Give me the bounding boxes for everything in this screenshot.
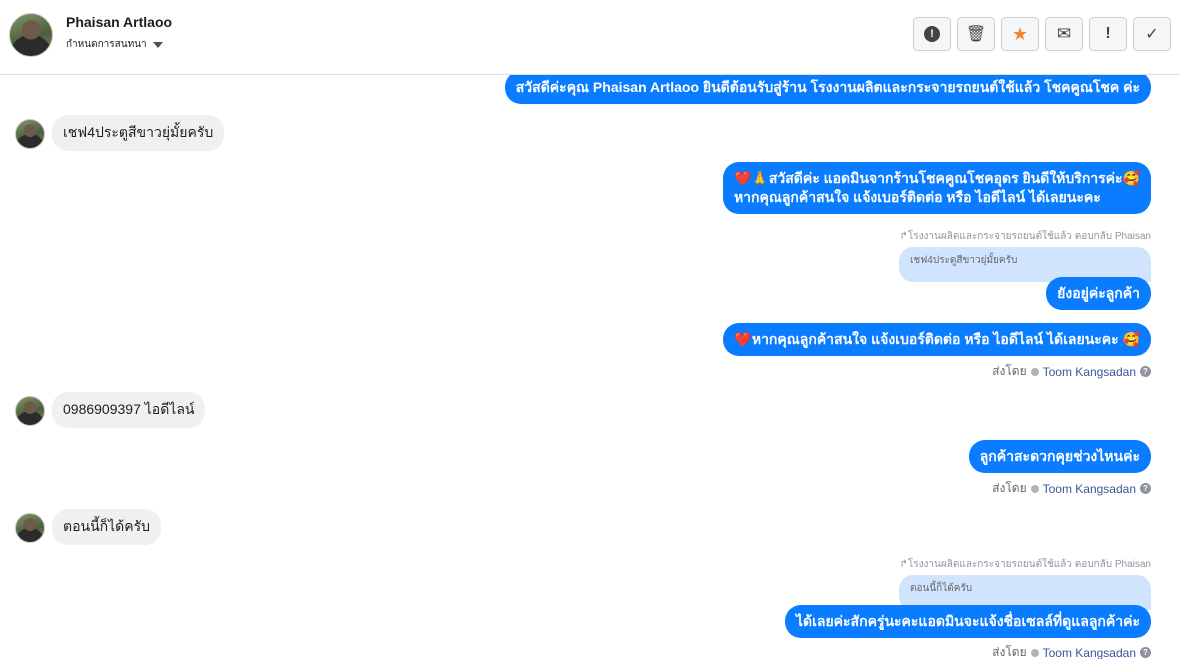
- assign-conversation-dropdown[interactable]: กำหนดการสนทนา: [66, 37, 163, 52]
- contact-avatar-small: [15, 513, 45, 543]
- sent-by-info: ส่งโดย Toom Kangsadan ?: [992, 643, 1151, 659]
- sent-by-label: ส่งโดย: [992, 364, 1027, 378]
- agent-name[interactable]: Toom Kangsadan: [1043, 365, 1136, 379]
- mark-unread-button[interactable]: ✉: [1045, 17, 1083, 51]
- outgoing-message: สวัสดีค่ะคุณ Phaisan Artlaoo ยินดีต้อนรั…: [504, 75, 1151, 104]
- agent-icon: [1030, 484, 1039, 493]
- message-line: สวัสดีค่ะ แอดมินจากร้านโชคคูณโชคอุดร ยิน…: [768, 170, 1140, 186]
- contact-avatar-small: [15, 396, 45, 426]
- alert-circle-icon: !: [924, 26, 940, 42]
- sent-by-info: ส่งโดย Toom Kangsadan ?: [992, 362, 1151, 381]
- incoming-message: 0986909397 ไอดีไลน์: [52, 392, 206, 428]
- conversation-toolbar: ! 🗑 ★ ✉ ! ✓: [913, 17, 1171, 51]
- sent-by-label: ส่งโดย: [992, 645, 1027, 659]
- reply-context: ↱โรงงานผลิตและกระจายรถยนต์ใช้แล้ว ตอบกลั…: [899, 231, 1151, 242]
- outgoing-message: ได้เลยค่ะสักครู่นะคะแอดมินจะแจ้งชื่อเซลล…: [784, 605, 1151, 638]
- mark-spam-button[interactable]: !: [913, 17, 951, 51]
- outgoing-message: ลูกค้าสะดวกคุยช่วงไหนค่ะ: [968, 440, 1151, 473]
- pray-emoji: 🙏: [751, 170, 769, 186]
- mark-done-button[interactable]: ✓: [1133, 17, 1171, 51]
- agent-icon: [1030, 648, 1039, 657]
- message-thread[interactable]: สวัสดีค่ะคุณ Phaisan Artlaoo ยินดีต้อนรั…: [0, 75, 1180, 659]
- trash-icon: 🗑: [965, 26, 987, 43]
- incoming-message: เชฟ4ประตูสีขาวยุ่มั้ยครับ: [52, 115, 225, 151]
- agent-icon: [1030, 367, 1039, 376]
- reply-context: ↱โรงงานผลิตและกระจายรถยนต์ใช้แล้ว ตอบกลั…: [899, 559, 1151, 570]
- mark-important-button[interactable]: !: [1089, 17, 1127, 51]
- heart-emoji: ❤️: [734, 331, 752, 347]
- assign-conversation-label: กำหนดการสนทนา: [66, 39, 147, 50]
- star-icon: ★: [1011, 23, 1029, 44]
- incoming-message: ตอนนี้ก็ได้ครับ: [52, 509, 162, 545]
- help-icon[interactable]: ?: [1140, 647, 1151, 658]
- outgoing-message: ❤️🙏สวัสดีค่ะ แอดมินจากร้านโชคคูณโชคอุดร …: [722, 162, 1151, 214]
- outgoing-message: ❤️หากคุณลูกค้าสนใจ แจ้งเบอร์ติดต่อ หรือ …: [723, 323, 1151, 356]
- contact-avatar[interactable]: [9, 13, 53, 57]
- help-icon[interactable]: ?: [1140, 366, 1151, 377]
- contact-avatar-small: [15, 119, 45, 149]
- message-line: หากคุณลูกค้าสนใจ แจ้งเบอร์ติดต่อ หรือ ไอ…: [733, 189, 1101, 205]
- check-icon: ✓: [1145, 26, 1159, 43]
- agent-name[interactable]: Toom Kangsadan: [1043, 646, 1136, 659]
- outgoing-message: ยังอยู่ค่ะลูกค้า: [1046, 277, 1151, 310]
- sent-by-info: ส่งโดย Toom Kangsadan ?: [992, 479, 1151, 498]
- exclamation-icon: !: [1105, 25, 1111, 42]
- agent-name[interactable]: Toom Kangsadan: [1043, 482, 1136, 496]
- contact-name[interactable]: Phaisan Artlaoo: [66, 14, 172, 30]
- heart-emoji: ❤️: [733, 170, 752, 186]
- caret-down-icon: [152, 41, 163, 48]
- delete-button[interactable]: 🗑: [957, 17, 995, 51]
- help-icon[interactable]: ?: [1140, 483, 1151, 494]
- message-text: หากคุณลูกค้าสนใจ แจ้งเบอร์ติดต่อ หรือ ไอ…: [751, 331, 1140, 347]
- envelope-icon: ✉: [1056, 24, 1072, 43]
- conversation-header: Phaisan Artlaoo กำหนดการสนทนา ! 🗑 ★ ✉ ! …: [0, 0, 1180, 75]
- sent-by-label: ส่งโดย: [992, 481, 1027, 495]
- star-button[interactable]: ★: [1001, 17, 1039, 51]
